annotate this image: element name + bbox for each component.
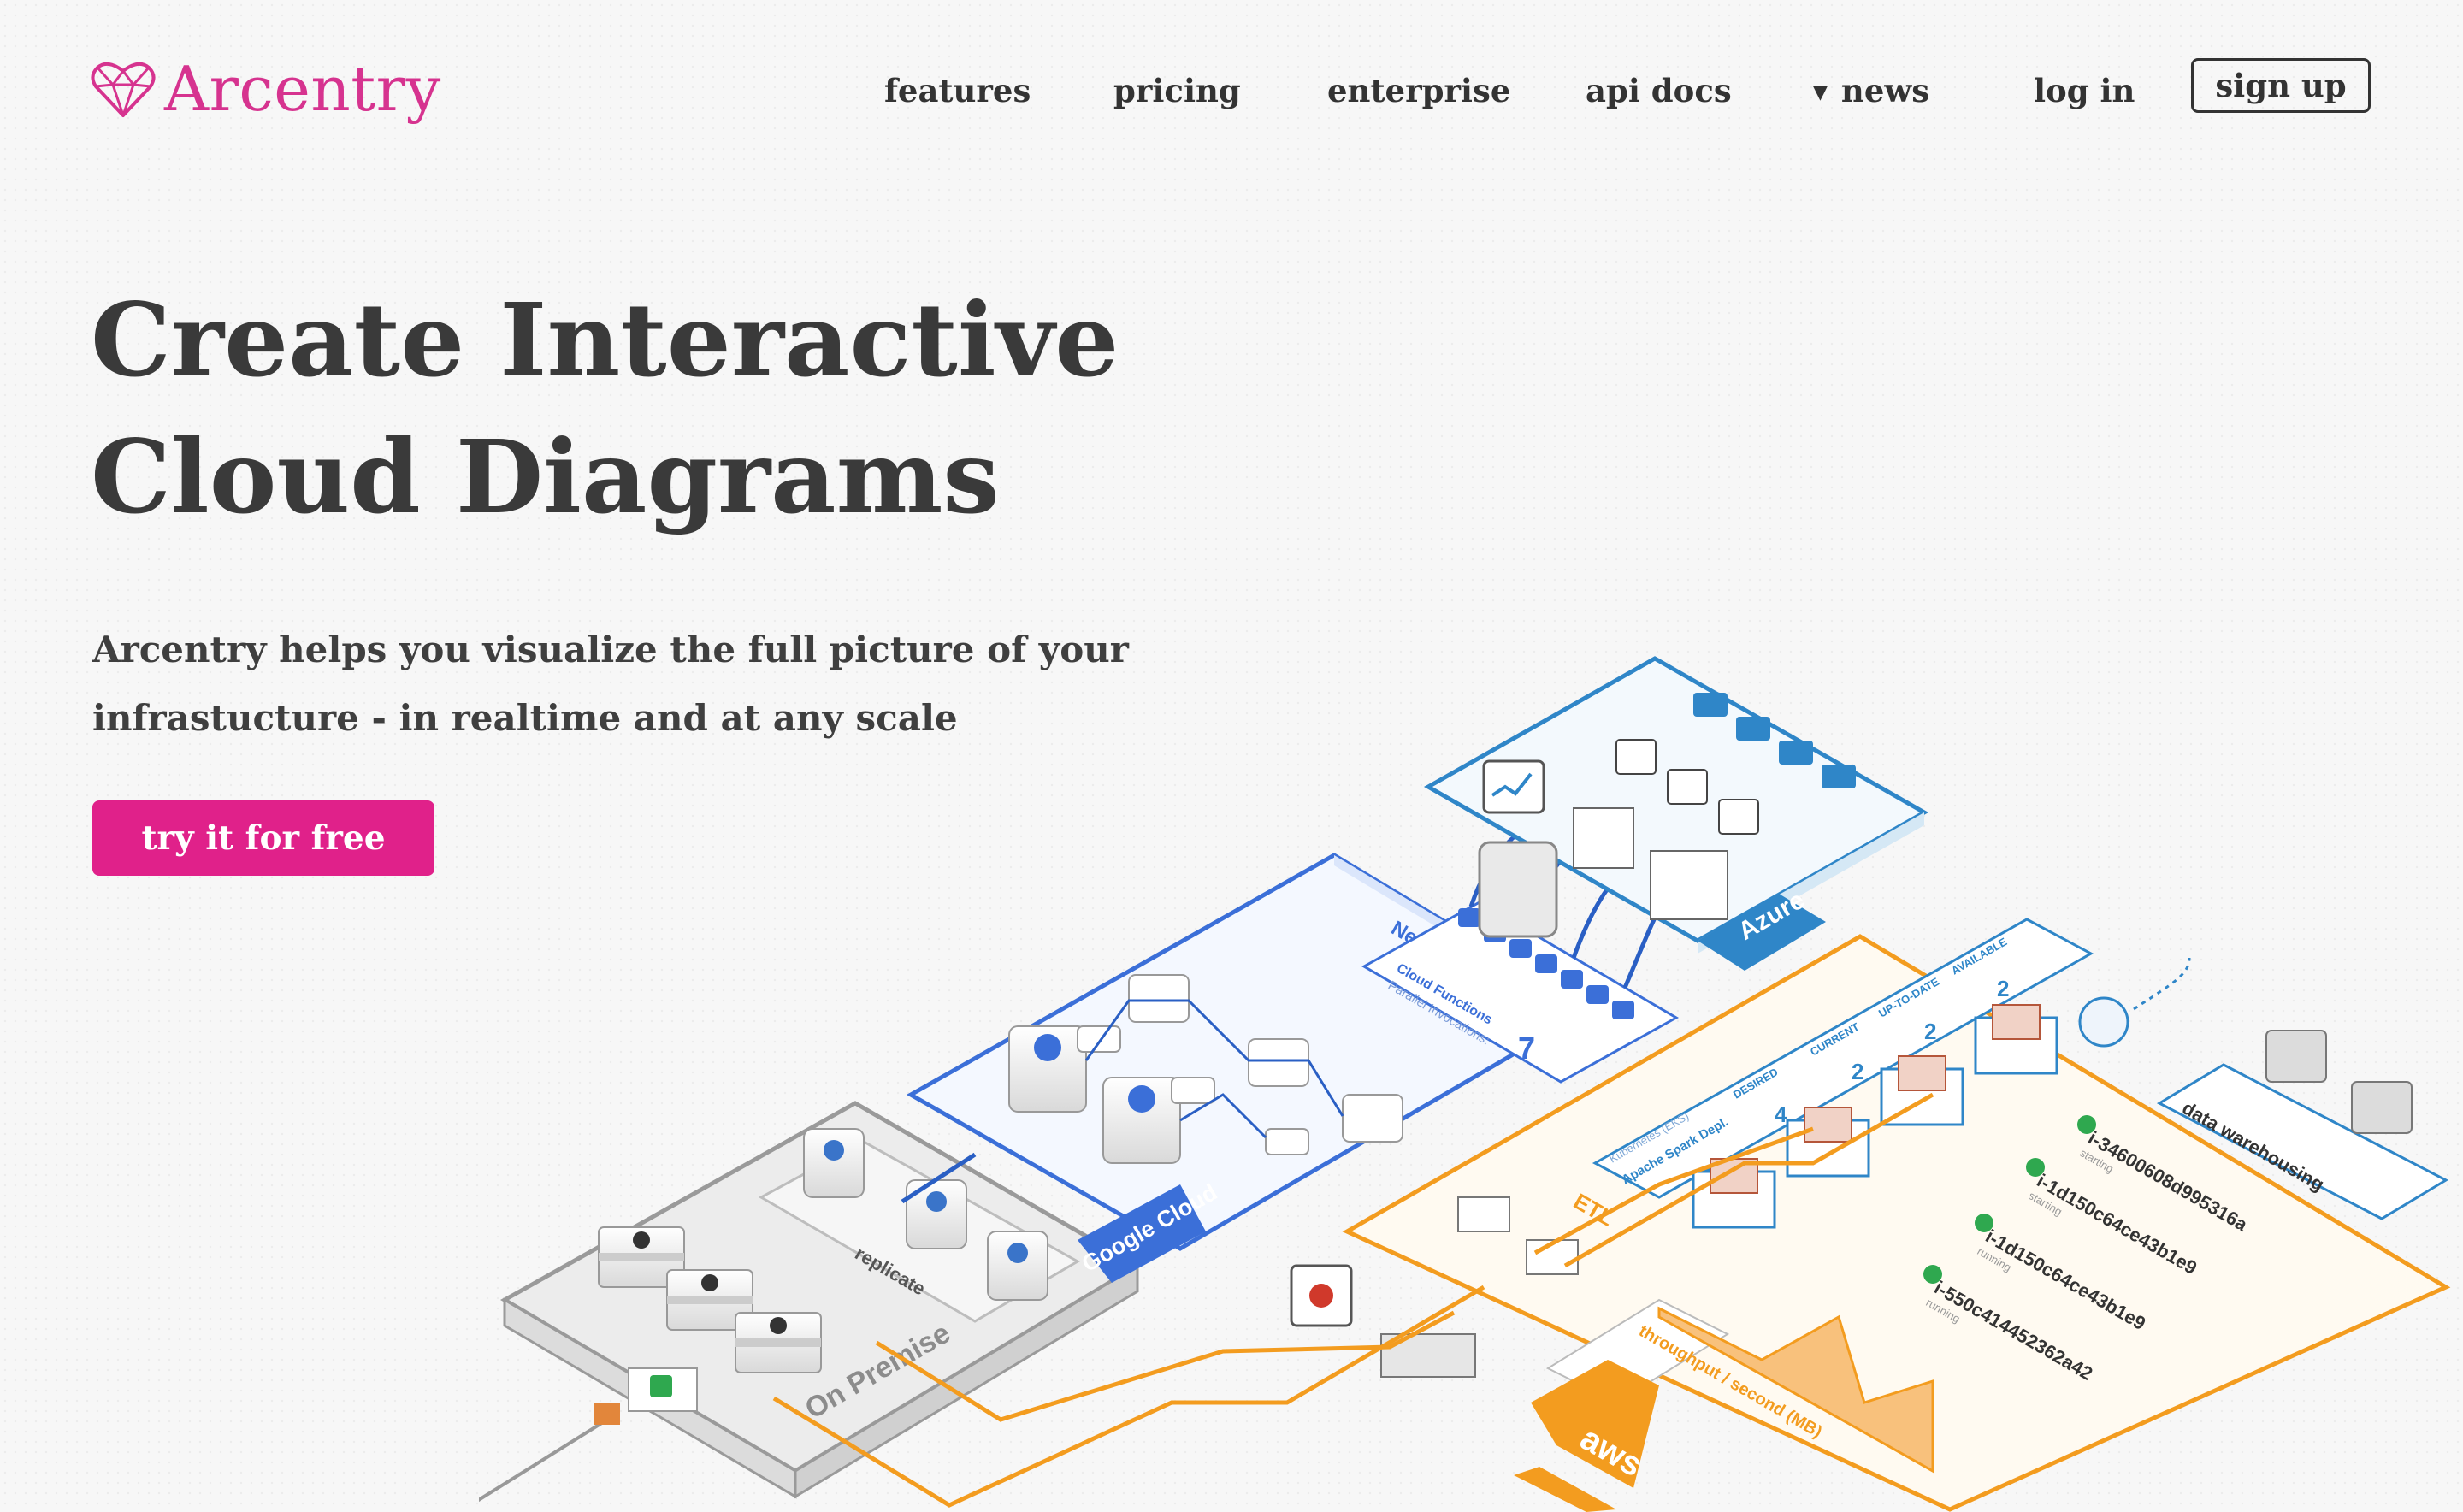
- etl-box-1: [1457, 1196, 1510, 1232]
- server-stack-3: [735, 1312, 822, 1373]
- kubernetes-master-icon: [2078, 996, 2129, 1048]
- database-3: [987, 1231, 1048, 1301]
- azure-zone: Azure: [1423, 656, 1929, 971]
- user-icon: [633, 1231, 650, 1249]
- nav-pricing[interactable]: pricing: [1113, 62, 1241, 120]
- nav-enterprise[interactable]: enterprise: [1327, 62, 1510, 120]
- gear-icon: [770, 1317, 787, 1334]
- main-nav: features pricing enterprise api docs ▼ ne…: [0, 62, 2463, 121]
- nav-news[interactable]: ▼ news: [1813, 62, 1929, 120]
- caret-down-icon: ▼: [1813, 81, 1828, 103]
- nav-news-label: news: [1840, 72, 1930, 109]
- status-running-icon: [1975, 1214, 1993, 1232]
- signup-button[interactable]: sign up: [2191, 58, 2371, 113]
- nav-api-docs[interactable]: api docs: [1586, 62, 1732, 120]
- kubernetes-value-available: 2: [1997, 976, 2009, 1001]
- gcp-compute-node-2: [1102, 1077, 1181, 1164]
- top-navigation-bar: Arcentry features pricing enterprise api…: [0, 0, 2463, 171]
- status-starting-icon: [2026, 1158, 2045, 1177]
- hero-title: Create Interactive Cloud Diagrams: [91, 272, 1119, 546]
- user-icon: [701, 1274, 718, 1291]
- gcp-compute-node-1: [1008, 1025, 1087, 1113]
- kubernetes-value-current: 2: [1852, 1059, 1863, 1084]
- status-running-icon: [1923, 1265, 1942, 1284]
- cloud-diagram-illustration: On Premise replicate Google Cloud Cloud …: [479, 656, 2451, 1512]
- hero-title-line-2: Cloud Diagrams: [91, 417, 1000, 536]
- hero-title-line-1: Create Interactive: [91, 281, 1119, 399]
- cloud-functions-value: 7: [1518, 1031, 1535, 1066]
- kubernetes-value-up-to-date: 2: [1924, 1019, 1936, 1044]
- kubernetes-value-desired: 4: [1775, 1102, 1787, 1127]
- nav-login[interactable]: log in: [2034, 62, 2135, 120]
- nav-features[interactable]: features: [884, 62, 1031, 120]
- gateway-pillars: [1478, 841, 1558, 938]
- status-starting-icon: [2077, 1115, 2096, 1134]
- azure-building: [1573, 807, 1634, 869]
- azure-monitor-icon: [1482, 759, 1545, 814]
- azure-machine: [1650, 850, 1728, 920]
- try-free-button[interactable]: try it for free: [92, 800, 434, 876]
- database-1: [803, 1128, 865, 1198]
